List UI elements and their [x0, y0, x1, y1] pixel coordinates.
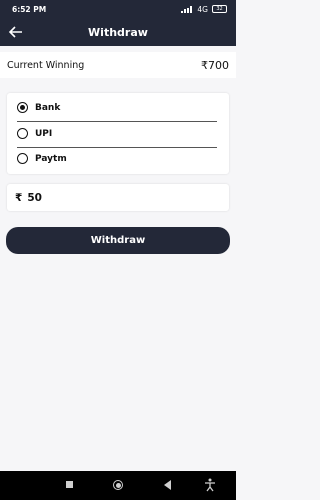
radio-checked-icon[interactable]	[17, 102, 28, 113]
option-label: Bank	[35, 102, 61, 113]
rupee-icon: ₹	[15, 191, 23, 204]
nav-back-icon[interactable]	[164, 480, 171, 490]
divider	[17, 147, 217, 148]
radio-unchecked-icon[interactable]	[17, 153, 28, 164]
amount-input[interactable]: ₹ 50	[7, 184, 229, 211]
option-label: UPI	[35, 128, 53, 139]
withdraw-button[interactable]: Withdraw	[6, 227, 230, 254]
status-icons: 4G 32	[181, 5, 227, 14]
battery-icon: 32	[212, 5, 227, 13]
app-bar: Withdraw	[0, 18, 236, 46]
back-arrow-icon[interactable]	[8, 24, 24, 40]
system-nav-bar	[0, 471, 236, 500]
page-title: Withdraw	[88, 25, 148, 39]
amount-value[interactable]: 50	[27, 192, 42, 204]
winning-label: Current Winning	[7, 59, 85, 71]
payment-options-card: Bank UPI Paytm	[7, 93, 229, 174]
status-time: 6:52 PM	[12, 4, 47, 14]
option-label: Paytm	[35, 153, 67, 164]
accessibility-icon[interactable]	[204, 478, 216, 492]
status-bar: 6:52 PM 4G 32	[0, 0, 236, 18]
option-upi[interactable]: UPI	[17, 128, 52, 139]
option-paytm[interactable]: Paytm	[17, 153, 67, 164]
winning-amount: ₹700	[201, 58, 229, 72]
network-label: 4G	[197, 4, 208, 14]
home-icon[interactable]	[113, 480, 123, 490]
radio-unchecked-icon[interactable]	[17, 128, 28, 139]
recents-icon[interactable]	[66, 481, 73, 488]
current-winning-row: Current Winning ₹700	[0, 52, 236, 78]
divider	[17, 121, 217, 122]
option-bank[interactable]: Bank	[17, 102, 60, 113]
signal-icon	[181, 5, 193, 13]
